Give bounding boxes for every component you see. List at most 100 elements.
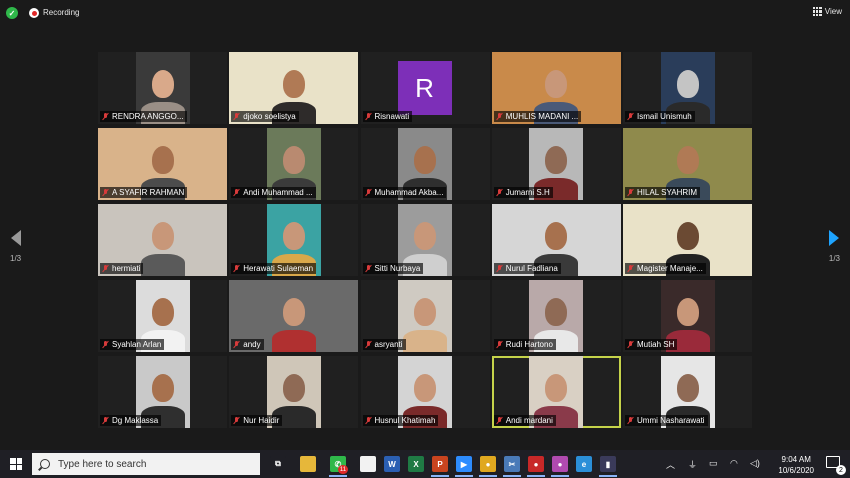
participant-body [403,330,447,352]
participant-tile[interactable]: Syahlan Arlan [98,280,227,352]
participant-name: Jumarni S.H [505,188,550,197]
participant-name-tag: asryanti [362,339,406,350]
participant-name: djoko soelistya [243,112,296,121]
previous-page-button[interactable]: 1/3 [10,230,21,263]
clock-time: 9:04 AM [781,455,811,464]
muted-mic-icon [365,416,372,425]
participant-tile[interactable]: djoko soelistya [229,52,359,124]
participant-tile[interactable]: RENDRA ANGGO... [98,52,227,124]
muted-mic-icon [233,416,240,425]
participant-tile[interactable]: Andi mardani [491,356,621,428]
running-indicator [329,475,347,477]
participant-tile[interactable]: Magister Manaje... [623,204,752,276]
participant-name: asryanti [374,340,403,349]
word-icon[interactable]: W [384,456,400,472]
muted-mic-icon [233,188,240,197]
wifi-icon[interactable]: ◠ [730,458,738,469]
participant-name: RENDRA ANGGO... [112,112,184,121]
participant-tile[interactable]: Ummi Nasharawati [623,356,752,428]
record-icon[interactable]: ● [528,456,544,472]
tray-chevron-icon[interactable]: ︿ [666,458,675,471]
notepad-icon[interactable] [360,456,376,472]
running-indicator [431,475,449,477]
participant-name-tag: Risnawati [362,111,413,122]
participant-avatar: R [397,61,452,115]
tray-network-icon[interactable]: ⏚ [688,458,697,471]
participant-tile[interactable]: Sitti Nurbaya [360,204,490,276]
muted-mic-icon [365,112,372,121]
participant-tile[interactable]: Nurul Fadliana [491,204,621,276]
chevron-right-icon [829,230,840,246]
muted-mic-icon [233,264,240,273]
zoom-icon[interactable]: ▶ [456,456,472,472]
snip-icon[interactable]: ✂ [504,456,520,472]
participant-face [282,70,305,98]
participant-tile[interactable]: Andi Muhammad ... [229,128,359,200]
participant-face [545,374,568,402]
participant-tile[interactable]: Ismail Unismuh [623,52,752,124]
participant-tile[interactable]: Nur Haidir [229,356,359,428]
participant-face [676,222,699,250]
participant-tile[interactable]: Dg Maklassa [98,356,227,428]
participant-tile[interactable]: asryanti [360,280,490,352]
participant-tile[interactable]: hermiati [98,204,227,276]
taskbar-search-box[interactable]: Type here to search [32,453,260,475]
participant-tile[interactable]: HILAL SYAHRIM [623,128,752,200]
participant-face [545,222,568,250]
chrome-icon[interactable]: ● [480,456,496,472]
volume-icon[interactable]: ◁) [750,458,760,469]
participant-tile[interactable]: Jumarni S.H [491,128,621,200]
task-view-icon[interactable]: ⧉ [270,456,286,472]
participant-tile[interactable]: A SYAFIR RAHMAN [98,128,227,200]
participant-name-tag: Mutiah SH [625,339,678,350]
app-icon[interactable]: ▮ [600,456,616,472]
gallery-view-icon [812,7,822,16]
recording-icon [29,8,39,18]
muted-mic-icon [496,416,503,425]
muted-mic-icon [365,264,372,273]
participant-face [676,374,699,402]
participant-name: hermiati [112,264,141,273]
participant-tile[interactable]: Husnul Khatimah [360,356,490,428]
participant-tile[interactable]: Rudi Hartono [491,280,621,352]
muted-mic-icon [627,264,634,273]
participant-tile[interactable]: MUHLIS MADANI ... [491,52,621,124]
participant-name: Risnawati [374,112,410,121]
windows-taskbar: Type here to search ⧉ ✆ 11 W X P ▶ ● ✂ ● ● e ▮ ︿ ⏚ ▭… [0,450,850,478]
battery-icon[interactable]: ▭ [709,458,718,469]
participant-tile[interactable]: andy [229,280,359,352]
participant-name-tag: Andi Muhammad ... [231,187,316,198]
view-button[interactable]: View [812,7,842,16]
powerpoint-icon[interactable]: P [432,456,448,472]
chrome-profile-icon[interactable]: ● [552,456,568,472]
participant-name-tag: Herawati Sulaeman [231,263,317,274]
muted-mic-icon [496,264,503,273]
meeting-top-bar: ✓ Recording View [0,0,850,26]
participant-face [282,298,305,326]
muted-mic-icon [627,416,634,425]
file-explorer-icon[interactable] [300,456,316,472]
participant-face [151,298,174,326]
participant-tile[interactable]: R Risnawati [360,52,490,124]
participant-face [545,146,568,174]
search-placeholder: Type here to search [58,458,147,470]
participant-name-tag: RENDRA ANGGO... [100,111,187,122]
notification-count-badge: 2 [836,465,846,475]
taskbar-clock[interactable]: 9:04 AM 10/6/2020 [778,454,814,476]
windows-start-icon[interactable] [10,458,22,470]
clock-date: 10/6/2020 [778,466,814,475]
participant-tile[interactable]: Muhammad Akba... [360,128,490,200]
zoom-meeting-window: ✓ Recording View 1/3 1/3 RENDRA ANGGO...… [0,0,850,478]
recording-label: Recording [43,8,80,17]
muted-mic-icon [233,340,240,349]
participant-video [398,280,452,352]
next-page-button[interactable]: 1/3 [829,230,840,263]
edge-icon[interactable]: e [576,456,592,472]
participant-name: Dg Maklassa [112,416,159,425]
excel-icon[interactable]: X [408,456,424,472]
participant-tile[interactable]: Herawati Sulaeman [229,204,359,276]
security-shield-icon[interactable]: ✓ [6,7,18,19]
muted-mic-icon [102,416,109,425]
participant-tile[interactable]: Mutiah SH [623,280,752,352]
muted-mic-icon [627,112,634,121]
